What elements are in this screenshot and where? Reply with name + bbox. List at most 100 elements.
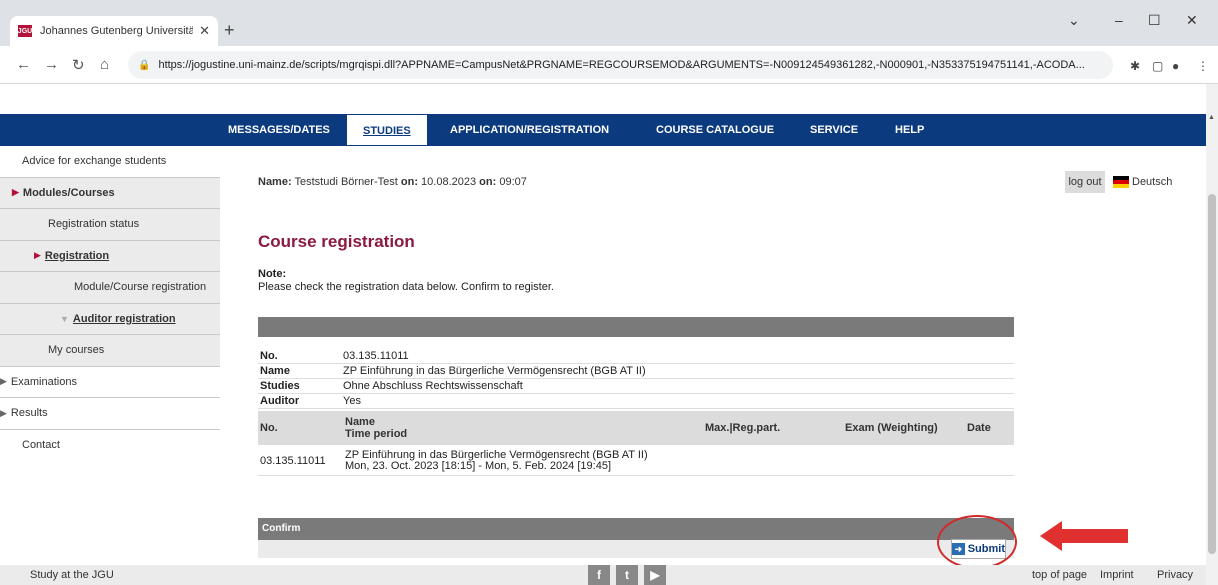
sidebar-item-label: Module/Course registration xyxy=(74,281,207,294)
table-row: Name ZP Einführung in das Bürgerliche Ver… xyxy=(258,364,1014,379)
nav-course-catalogue[interactable]: COURSE CATALOGUE xyxy=(656,114,774,146)
red-pointer-arrow-icon xyxy=(1040,521,1128,551)
row-name: ZP Einführung in das Bürgerliche Vermöge… xyxy=(345,448,648,461)
col-name: Name Time period xyxy=(345,416,705,440)
site-info-icon[interactable]: 🔒 xyxy=(138,60,150,71)
confirm-section xyxy=(258,540,1014,558)
expand-arrow-icon: ▶ xyxy=(0,376,7,387)
login-date: 10.08.2023 xyxy=(421,176,477,188)
scroll-up-icon[interactable]: ▲ xyxy=(1208,114,1215,121)
name-label: Name: xyxy=(258,176,292,188)
details-table-header xyxy=(258,317,1014,337)
back-icon[interactable]: ← xyxy=(16,56,31,73)
sidebar-item-label: Auditor registration xyxy=(72,312,176,325)
detail-key: Name xyxy=(260,365,290,377)
footer: Study at the JGU f t ▶ top of page Impri… xyxy=(0,565,1206,585)
sidebar: Advice for exchange students ▶ Modules/Co… xyxy=(0,146,220,461)
sidebar-item-label: Registration xyxy=(44,249,110,262)
user-info: Name: Teststudi Börner-Test on: 10.08.20… xyxy=(258,176,527,188)
detail-value: 03.135.11011 xyxy=(343,350,409,362)
footer-study-link[interactable]: Study at the JGU xyxy=(30,569,114,581)
row-time: Mon, 23. Oct. 2023 [18:15] - Mon, 5. Feb… xyxy=(345,459,611,472)
sidebar-item-modules-courses[interactable]: ▶ Modules/Courses xyxy=(0,177,220,209)
table-row: No. 03.135.11011 xyxy=(258,349,1014,364)
sidebar-item-label: Contact xyxy=(22,439,60,452)
detail-key: No. xyxy=(260,350,278,362)
language-label: Deutsch xyxy=(1132,176,1173,188)
page-scrollbar[interactable]: ▲ xyxy=(1206,84,1218,585)
profile-avatar-icon[interactable]: ● xyxy=(1172,59,1179,73)
detail-key: Auditor xyxy=(260,395,300,407)
minimize-icon[interactable]: – xyxy=(1115,12,1123,28)
scrollbar-thumb[interactable] xyxy=(1208,194,1216,554)
home-icon[interactable]: ⌂ xyxy=(100,56,109,73)
url-text: https://jogustine.uni-mainz.de/scripts/m… xyxy=(158,59,1085,71)
table-row: Studies Ohne Abschluss Rechtswissenschaft xyxy=(258,379,1014,394)
sidebar-item-auditor-registration[interactable]: ▼ Auditor registration xyxy=(0,303,220,335)
col-date: Date xyxy=(967,422,991,434)
sidebar-item-results[interactable]: ▶ Results xyxy=(0,398,220,430)
sidebar-item-label: Results xyxy=(10,407,48,420)
user-name: Teststudi Börner-Test xyxy=(294,176,398,188)
german-flag-icon xyxy=(1113,176,1129,188)
sidebar-item-examinations[interactable]: ▶ Examinations xyxy=(0,367,220,398)
twitter-icon[interactable]: t xyxy=(616,565,638,585)
address-bar-row: ← → ↻ ⌂ 🔒 https://jogustine.uni-mainz.de… xyxy=(0,46,1218,84)
top-of-page-link[interactable]: top of page xyxy=(1032,569,1087,581)
highlight-circle-annotation xyxy=(937,515,1017,569)
nav-help[interactable]: HELP xyxy=(895,114,924,146)
sidebar-item-label: Registration status xyxy=(48,218,140,231)
page-title: Course registration xyxy=(258,232,415,251)
new-tab-icon[interactable]: + xyxy=(224,20,235,41)
tab-title: Johannes Gutenberg Universität xyxy=(40,25,194,37)
maximize-icon[interactable]: ☐ xyxy=(1148,12,1161,29)
sidebar-item-advice[interactable]: Advice for exchange students xyxy=(0,146,220,178)
browser-tab-strip: JGU Johannes Gutenberg Universität ✕ + ⌄… xyxy=(0,0,1218,46)
window-close-icon[interactable]: ✕ xyxy=(1186,12,1198,29)
imprint-link[interactable]: Imprint xyxy=(1100,569,1134,581)
course-table-header: No. Name Time period Max.|Reg.part. Exam… xyxy=(258,411,1014,445)
expand-arrow-icon: ▶ xyxy=(34,250,41,261)
sidebar-item-label: Examinations xyxy=(10,375,77,388)
sidepanel-icon[interactable]: ▢ xyxy=(1152,59,1163,73)
sidebar-item-label: Advice for exchange students xyxy=(22,155,167,168)
expand-arrow-icon: ▼ xyxy=(60,313,69,324)
tab-search-icon[interactable]: ⌄ xyxy=(1068,12,1080,29)
forward-icon[interactable]: → xyxy=(44,56,59,73)
sidebar-item-my-courses[interactable]: My courses xyxy=(0,335,220,367)
nav-studies[interactable]: STUDIES xyxy=(346,114,428,146)
nav-service[interactable]: SERVICE xyxy=(810,114,858,146)
facebook-icon[interactable]: f xyxy=(588,565,610,585)
detail-key: Studies xyxy=(260,380,300,392)
login-time: 09:07 xyxy=(499,176,527,188)
row-name-cell: ZP Einführung in das Bürgerliche Vermöge… xyxy=(345,448,648,472)
sidebar-item-module-course-registration[interactable]: Module/Course registration xyxy=(0,272,220,304)
menu-kebab-icon[interactable]: ⋮ xyxy=(1197,59,1209,73)
language-switch[interactable]: Deutsch xyxy=(1113,176,1172,188)
extensions-icon[interactable]: ✱ xyxy=(1130,59,1140,73)
web-page: MESSAGES/DATES STUDIES APPLICATION/REGIS… xyxy=(0,84,1206,585)
confirm-section-header: Confirm xyxy=(258,518,1014,540)
reload-icon[interactable]: ↻ xyxy=(72,56,85,74)
youtube-icon[interactable]: ▶ xyxy=(644,565,666,585)
col-no: No. xyxy=(260,422,278,434)
browser-tab[interactable]: JGU Johannes Gutenberg Universität ✕ xyxy=(10,16,218,46)
table-row: 03.135.11011 ZP Einführung in das Bürger… xyxy=(258,446,1014,476)
logout-button[interactable]: log out xyxy=(1065,171,1105,193)
col-max: Max.|Reg.part. xyxy=(705,422,781,434)
expand-arrow-icon: ▶ xyxy=(12,187,19,198)
sidebar-item-registration-status[interactable]: Registration status xyxy=(0,209,220,241)
nav-application-registration[interactable]: APPLICATION/REGISTRATION xyxy=(450,114,609,146)
on-label: on: xyxy=(400,176,418,188)
expand-arrow-icon: ▶ xyxy=(0,407,7,418)
col-exam: Exam (Weighting) xyxy=(845,422,938,434)
table-row: Auditor Yes xyxy=(258,394,1014,409)
close-tab-icon[interactable]: ✕ xyxy=(199,23,210,39)
nav-messages-dates[interactable]: MESSAGES/DATES xyxy=(228,114,330,146)
privacy-link[interactable]: Privacy xyxy=(1157,569,1193,581)
sidebar-item-registration[interactable]: ▶ Registration xyxy=(0,240,220,272)
jgu-favicon-icon: JGU xyxy=(18,25,32,37)
sidebar-item-contact[interactable]: Contact xyxy=(0,430,220,462)
detail-value: Ohne Abschluss Rechtswissenschaft xyxy=(343,380,523,392)
url-field[interactable]: 🔒 https://jogustine.uni-mainz.de/scripts… xyxy=(128,51,1113,79)
